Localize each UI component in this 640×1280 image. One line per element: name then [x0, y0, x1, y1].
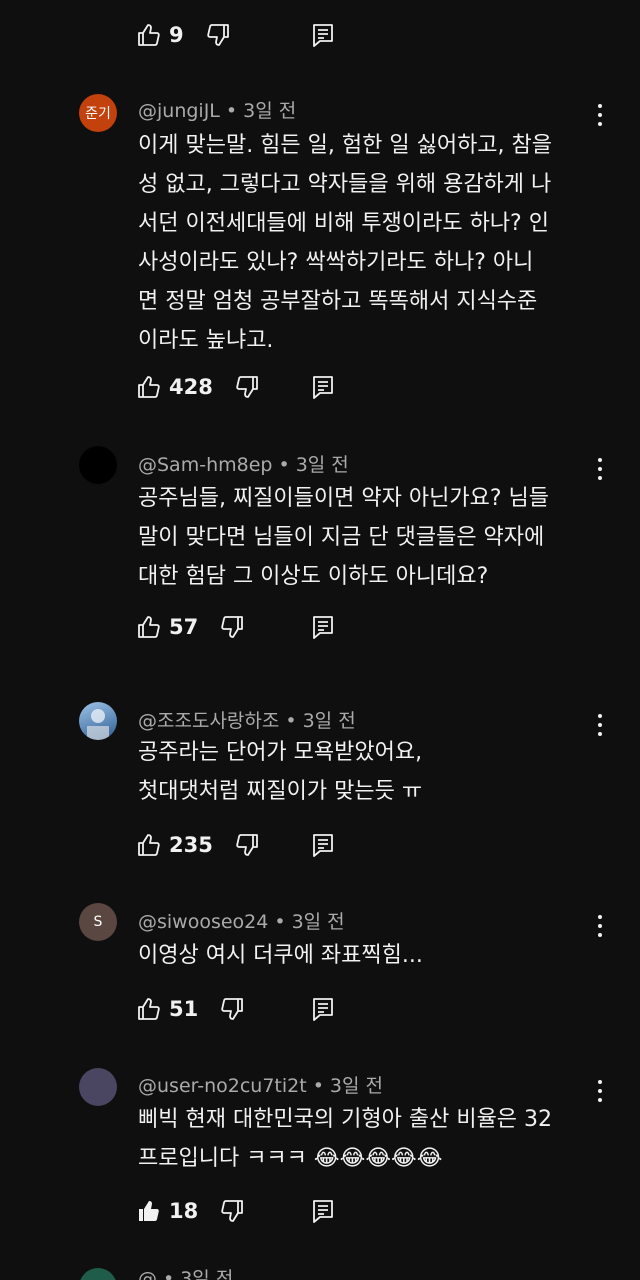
reply-button[interactable] [312, 833, 334, 857]
reply-icon [313, 834, 333, 857]
avatar-image [87, 709, 109, 740]
like-button[interactable]: 57 [137, 615, 198, 639]
comment-author[interactable]: @조조도사랑하조 [138, 710, 279, 732]
thumbs-down-icon [221, 1200, 244, 1222]
comment-text: 삐빅 현재 대한민국의 기형아 출산 비율은 32 프로입니다 ㅋㅋㅋ 😂😂😂😂… [138, 1107, 553, 1171]
comment-text: 공주라는 단어가 모욕받았어요, 첫대댓처럼 찌질이가 맞는듯 ㅠ [138, 740, 423, 804]
reply-button[interactable] [312, 997, 334, 1021]
comment-author[interactable]: @Sam-hm8ep [138, 454, 272, 476]
comment-meta: @ • 3일 전 [138, 1268, 233, 1280]
like-button[interactable]: 235 [137, 833, 213, 857]
reply-button[interactable] [312, 23, 334, 47]
avatar[interactable] [79, 446, 117, 484]
comment-meta: @jungiJL • 3일 전 [138, 100, 297, 122]
comments-page: 9 준기 @jungiJL • 3일 전 이게 맞는말. 힘든 일, 험한 일 싫어… [0, 0, 640, 1280]
dislike-button[interactable] [220, 1199, 244, 1223]
thumbs-down-icon [236, 376, 258, 398]
dislike-button[interactable] [235, 833, 259, 857]
avatar[interactable]: S [79, 903, 117, 941]
comment-time: 3일 전 [302, 710, 356, 732]
thumbs-up-icon [138, 834, 160, 856]
comment-author[interactable]: @jungiJL [138, 100, 220, 122]
like-count: 57 [169, 615, 199, 639]
thumbs-up-icon [138, 376, 160, 398]
thumbs-down-icon [206, 24, 229, 46]
comment-action-row: 18 [137, 1196, 333, 1226]
comment-action-row: 57 [137, 612, 333, 642]
reply-button[interactable] [312, 1199, 334, 1223]
comment-time: 3일 전 [295, 454, 349, 476]
reply-icon [313, 1200, 333, 1223]
comment-meta: @siwooseo24 • 3일 전 [138, 911, 345, 933]
like-count: 235 [169, 833, 213, 857]
like-button-active[interactable]: 18 [137, 1199, 198, 1223]
comment-time: 3일 전 [243, 100, 297, 122]
comment-meta: @user-no2cu7ti2t • 3일 전 [138, 1075, 383, 1097]
comment-action-row: 428 [137, 372, 333, 402]
thumbs-down-icon [236, 834, 258, 856]
comment-item-partial: @ • 3일 전 [0, 1268, 640, 1280]
reply-icon [313, 616, 333, 639]
thumbs-up-filled-icon [139, 1201, 159, 1221]
avatar-initials: 준기 [85, 106, 111, 122]
comment-author[interactable]: @ [138, 1268, 157, 1280]
thumbs-down-icon [221, 998, 244, 1020]
like-count: 18 [169, 1199, 199, 1223]
comment-author[interactable]: @siwooseo24 [138, 911, 268, 933]
avatar[interactable] [79, 1268, 117, 1280]
comment-action-row: 51 [137, 994, 333, 1024]
comment-action-row: 235 [137, 830, 333, 860]
dislike-button[interactable] [206, 23, 230, 47]
avatar[interactable]: 준기 [79, 94, 117, 132]
comment-meta: @조조도사랑하조 • 3일 전 [138, 710, 356, 732]
avatar-initials: S [93, 914, 103, 930]
comment-author[interactable]: @user-no2cu7ti2t [138, 1075, 307, 1097]
comment-time: 3일 전 [180, 1268, 234, 1280]
comment-meta: @Sam-hm8ep • 3일 전 [138, 454, 349, 476]
like-count: 51 [169, 997, 199, 1021]
comment-time: 3일 전 [291, 911, 345, 933]
thumbs-up-icon [138, 998, 160, 1020]
like-count: 9 [169, 23, 184, 47]
reply-button[interactable] [312, 615, 334, 639]
comment-text: 이게 맞는말. 힘든 일, 험한 일 싫어하고, 참을 성 없고, 그렇다고 약… [138, 133, 553, 353]
comment-time: 3일 전 [329, 1075, 383, 1097]
reply-icon [313, 376, 333, 399]
avatar[interactable] [79, 702, 117, 740]
like-button[interactable]: 51 [137, 997, 198, 1021]
laughing-emoji: 😂😂😂😂😂 [313, 1146, 443, 1171]
reply-button[interactable] [312, 375, 334, 399]
comment-text: 공주님들, 찌질이들이면 약자 아닌가요? 님들 말이 맞다면 님들이 지금 단… [138, 486, 549, 589]
avatar[interactable] [79, 1068, 117, 1106]
more-options-icon[interactable] [590, 102, 610, 128]
dislike-button[interactable] [220, 615, 244, 639]
thumbs-up-icon [138, 616, 160, 638]
dislike-button[interactable] [220, 997, 244, 1021]
reply-icon [313, 24, 333, 47]
like-button[interactable]: 428 [137, 375, 213, 399]
like-count: 428 [169, 375, 213, 399]
thumbs-down-icon [221, 616, 244, 638]
comment-text: 이영상 여시 더쿠에 좌표찍힘... [138, 943, 423, 968]
thumbs-up-icon [138, 24, 160, 46]
like-button[interactable]: 9 [137, 23, 184, 47]
reply-icon [313, 998, 333, 1021]
dislike-button[interactable] [235, 375, 259, 399]
top-action-row: 9 [137, 20, 333, 50]
